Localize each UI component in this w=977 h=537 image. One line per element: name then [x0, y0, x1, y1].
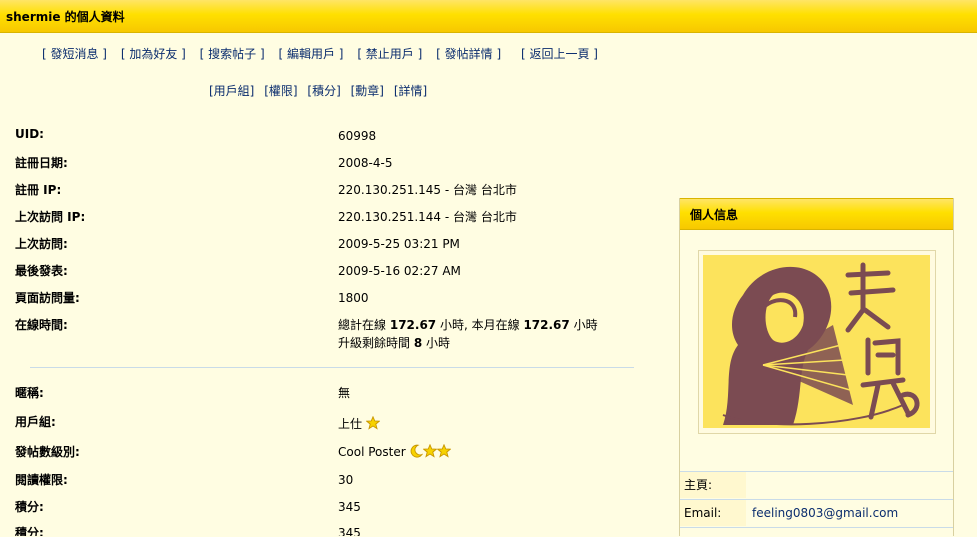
profile-row-post-level: 發帖數級別: Cool Poster: [15, 443, 655, 463]
profile-row-user-group: 用戶組: 上仕: [15, 413, 655, 433]
field-value: 345: [338, 500, 361, 514]
panel-header: 個人信息: [680, 198, 953, 230]
field-label: 上次訪問 IP:: [15, 210, 86, 224]
post-details-link[interactable]: [ 發帖詳情 ]: [436, 47, 501, 61]
profile-row-nickname: 暱稱: 無: [15, 384, 655, 404]
add-friend-link[interactable]: [ 加為好友 ]: [121, 47, 186, 61]
permissions-link[interactable]: [權限]: [264, 84, 297, 98]
field-label: 閱讀權限:: [15, 473, 68, 487]
star-icon: [365, 415, 381, 435]
search-posts-link[interactable]: [ 搜索帖子 ]: [200, 47, 265, 61]
field-label: 發帖數級別:: [15, 445, 80, 459]
field-label: 註冊 IP:: [15, 183, 62, 197]
profile-row-reg-date: 註冊日期: 2008-4-5: [15, 154, 655, 174]
page-header: shermie 的個人資料: [0, 0, 977, 33]
profile-row-credits: 積分: 345: [15, 498, 655, 518]
avatar[interactable]: [703, 255, 930, 428]
profile-row-online-time: 在線時間: 總計在線 172.67 小時, 本月在線 172.67 小時 升級剩…: [15, 316, 655, 356]
user-group-name: 上仕: [338, 417, 363, 431]
field-value: 2009-5-25 03:21 PM: [338, 237, 460, 251]
email-link[interactable]: feeling0803@gmail.com: [752, 500, 898, 526]
field-label: 積分:: [15, 500, 44, 514]
section-divider: [30, 367, 634, 368]
field-value: 無: [338, 386, 351, 400]
medals-link[interactable]: [勳章]: [351, 84, 384, 98]
field-value: 345: [338, 526, 361, 536]
field-value: 30: [338, 473, 354, 487]
field-label: 積分:: [15, 526, 44, 536]
field-label: 在線時間:: [15, 318, 68, 332]
online-total-prefix: 總計在線: [338, 318, 387, 332]
online-total-hours: 172.67: [389, 318, 437, 332]
profile-row-uid: UID: 60998: [15, 127, 655, 147]
user-actions-nav: [ 發短消息 ] [ 加為好友 ] [ 搜索帖子 ] [ 編輯用戶 ] [ 禁止…: [42, 45, 608, 62]
field-label: 頁面訪問量:: [15, 291, 80, 305]
homepage-label: 主頁:: [680, 472, 746, 498]
field-value: 上仕: [338, 415, 381, 435]
ban-user-link[interactable]: [ 禁止用戶 ]: [357, 47, 422, 61]
field-label: 最後發表:: [15, 264, 68, 278]
upgrade-remaining-hours: 8: [413, 336, 423, 350]
page-title: shermie 的個人資料: [6, 10, 125, 24]
star-icon: [436, 443, 452, 463]
send-message-link[interactable]: [ 發短消息 ]: [42, 47, 107, 61]
field-value: 220.130.251.145 - 台灣 台北市: [338, 183, 517, 197]
email-label: Email:: [680, 500, 746, 526]
profile-row-credits-2: 積分: 345: [15, 524, 655, 536]
user-group-link[interactable]: [用戶組]: [209, 84, 254, 98]
field-label: UID:: [15, 127, 44, 141]
field-value: 2008-4-5: [338, 156, 393, 170]
profile-row-last-visit: 上次訪問: 2009-5-25 03:21 PM: [15, 235, 655, 255]
profile-row-page-views: 頁面訪問量: 1800: [15, 289, 655, 309]
profile-row-reg-ip: 註冊 IP: 220.130.251.145 - 台灣 台北市: [15, 181, 655, 201]
field-value: Cool Poster: [338, 443, 452, 463]
details-link[interactable]: [詳情]: [394, 84, 427, 98]
field-value: 220.130.251.144 - 台灣 台北市: [338, 210, 517, 224]
field-value: 2009-5-16 02:27 AM: [338, 264, 461, 278]
profile-sections-nav: [用戶組] [權限] [積分] [勳章] [詳情]: [209, 82, 433, 99]
upgrade-remaining-suffix: 小時: [426, 336, 451, 350]
email-row: Email: feeling0803@gmail.com: [680, 499, 953, 526]
edit-user-link[interactable]: [ 編輯用戶 ]: [278, 47, 343, 61]
field-label: 用戶組:: [15, 415, 56, 429]
online-mid-text: 小時, 本月在線: [439, 318, 520, 332]
field-label: 暱稱:: [15, 386, 44, 400]
profile-row-last-post: 最後發表: 2009-5-16 02:27 AM: [15, 262, 655, 282]
field-label: 註冊日期:: [15, 156, 68, 170]
online-time-value: 總計在線 172.67 小時, 本月在線 172.67 小時 升級剩餘時間 8 …: [338, 316, 598, 352]
avatar-frame: [698, 250, 936, 434]
moon-icon: [409, 444, 424, 463]
field-label: 上次訪問:: [15, 237, 68, 251]
panel-title: 個人信息: [690, 208, 739, 222]
homepage-row: 主頁:: [680, 471, 953, 498]
online-month-hours: 172.67: [523, 318, 570, 332]
field-value: 1800: [338, 291, 369, 305]
credits-link[interactable]: [積分]: [307, 84, 340, 98]
personal-info-panel: 個人信息 主頁: Email: feeling0803@gmail.com: [679, 198, 954, 536]
post-level-name: Cool Poster: [338, 445, 406, 459]
profile-row-last-ip: 上次訪問 IP: 220.130.251.144 - 台灣 台北市: [15, 208, 655, 228]
go-back-link[interactable]: [ 返回上一頁 ]: [521, 47, 598, 61]
profile-row-read-permission: 閱讀權限: 30: [15, 471, 655, 491]
online-suffix: 小時: [573, 318, 598, 332]
field-value: 60998: [338, 129, 377, 143]
star-icon: [422, 443, 438, 463]
upgrade-remaining-prefix: 升級剩餘時間: [338, 336, 411, 350]
